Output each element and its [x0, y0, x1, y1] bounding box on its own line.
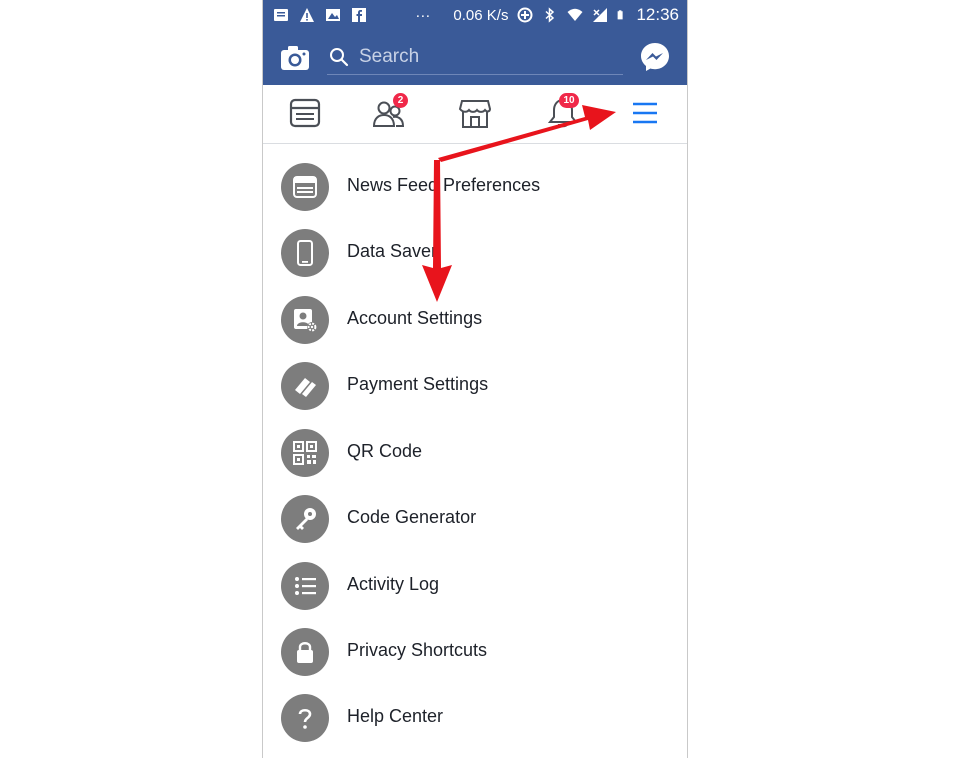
menu-item-data-saver[interactable]: Data Saver [263, 219, 687, 285]
lock-icon [281, 628, 329, 676]
messenger-icon[interactable] [639, 41, 671, 73]
camera-icon[interactable] [279, 43, 311, 73]
status-bar-left [273, 0, 367, 30]
phone-screen: ··· 0.06 K/s 12:36 Search 2 10 News Feed… [262, 0, 688, 758]
search-icon [330, 48, 349, 67]
phone-icon [281, 229, 329, 277]
battery-icon [618, 10, 624, 20]
search-bar[interactable]: Search [327, 40, 623, 75]
menu-item-qr-code[interactable]: QR Code [263, 419, 687, 485]
menu-item-code-generator[interactable]: Code Generator [263, 485, 687, 551]
menu-item-label: Activity Log [347, 574, 440, 594]
notifications-tab[interactable]: 10 [545, 93, 581, 131]
menu-item-label: Help Center [347, 706, 444, 726]
data-saver-icon [517, 7, 533, 23]
qr-code-icon [281, 429, 329, 477]
status-dots: ··· [415, 6, 431, 24]
help-icon [281, 694, 329, 742]
marketplace-tab-icon[interactable] [457, 95, 493, 131]
tab-bar: 2 10 [263, 85, 687, 144]
menu-item-label: Account Settings [347, 308, 483, 328]
payment-icon [281, 362, 329, 410]
notifications-badge: 10 [559, 93, 579, 108]
menu-item-help-center[interactable]: Help Center [263, 684, 687, 750]
menu-item-label: Payment Settings [347, 374, 489, 394]
menu-item-label: Data Saver [347, 241, 438, 261]
news-feed-icon [281, 163, 329, 211]
network-speed: 0.06 K/s [453, 6, 509, 24]
search-input[interactable]: Search [359, 46, 419, 68]
menu-item-label: QR Code [347, 441, 423, 461]
menu-item-label: Privacy Shortcuts [347, 640, 488, 660]
menu-item-news-feed-preferences[interactable]: News Feed Preferences [263, 153, 687, 219]
menu-item-privacy-shortcuts[interactable]: Privacy Shortcuts [263, 618, 687, 684]
key-icon [281, 495, 329, 543]
account-settings-icon [281, 296, 329, 344]
warning-icon [300, 8, 314, 22]
wifi-icon [567, 8, 583, 21]
friends-tab[interactable]: 2 [371, 93, 408, 131]
signal-icon [593, 8, 608, 22]
image-icon [326, 9, 340, 21]
news-feed-tab-icon[interactable] [287, 95, 323, 131]
menu-item-account-settings[interactable]: Account Settings [263, 286, 687, 352]
friends-badge: 2 [393, 93, 408, 108]
facebook-icon [352, 8, 366, 22]
top-bar: Search [263, 30, 687, 85]
menu-item-payment-settings[interactable]: Payment Settings [263, 352, 687, 418]
clock: 12:36 [636, 5, 679, 24]
status-bar: ··· 0.06 K/s 12:36 [263, 0, 687, 30]
notification-icon [274, 9, 288, 21]
list-icon [281, 562, 329, 610]
bluetooth-icon [545, 7, 555, 23]
menu-item-label: Code Generator [347, 507, 477, 527]
menu-tab-icon[interactable] [627, 95, 663, 131]
menu-item-activity-log[interactable]: Activity Log [263, 552, 687, 618]
menu-item-label: News Feed Preferences [347, 175, 541, 195]
status-bar-right: ··· 0.06 K/s 12:36 [415, 0, 679, 30]
